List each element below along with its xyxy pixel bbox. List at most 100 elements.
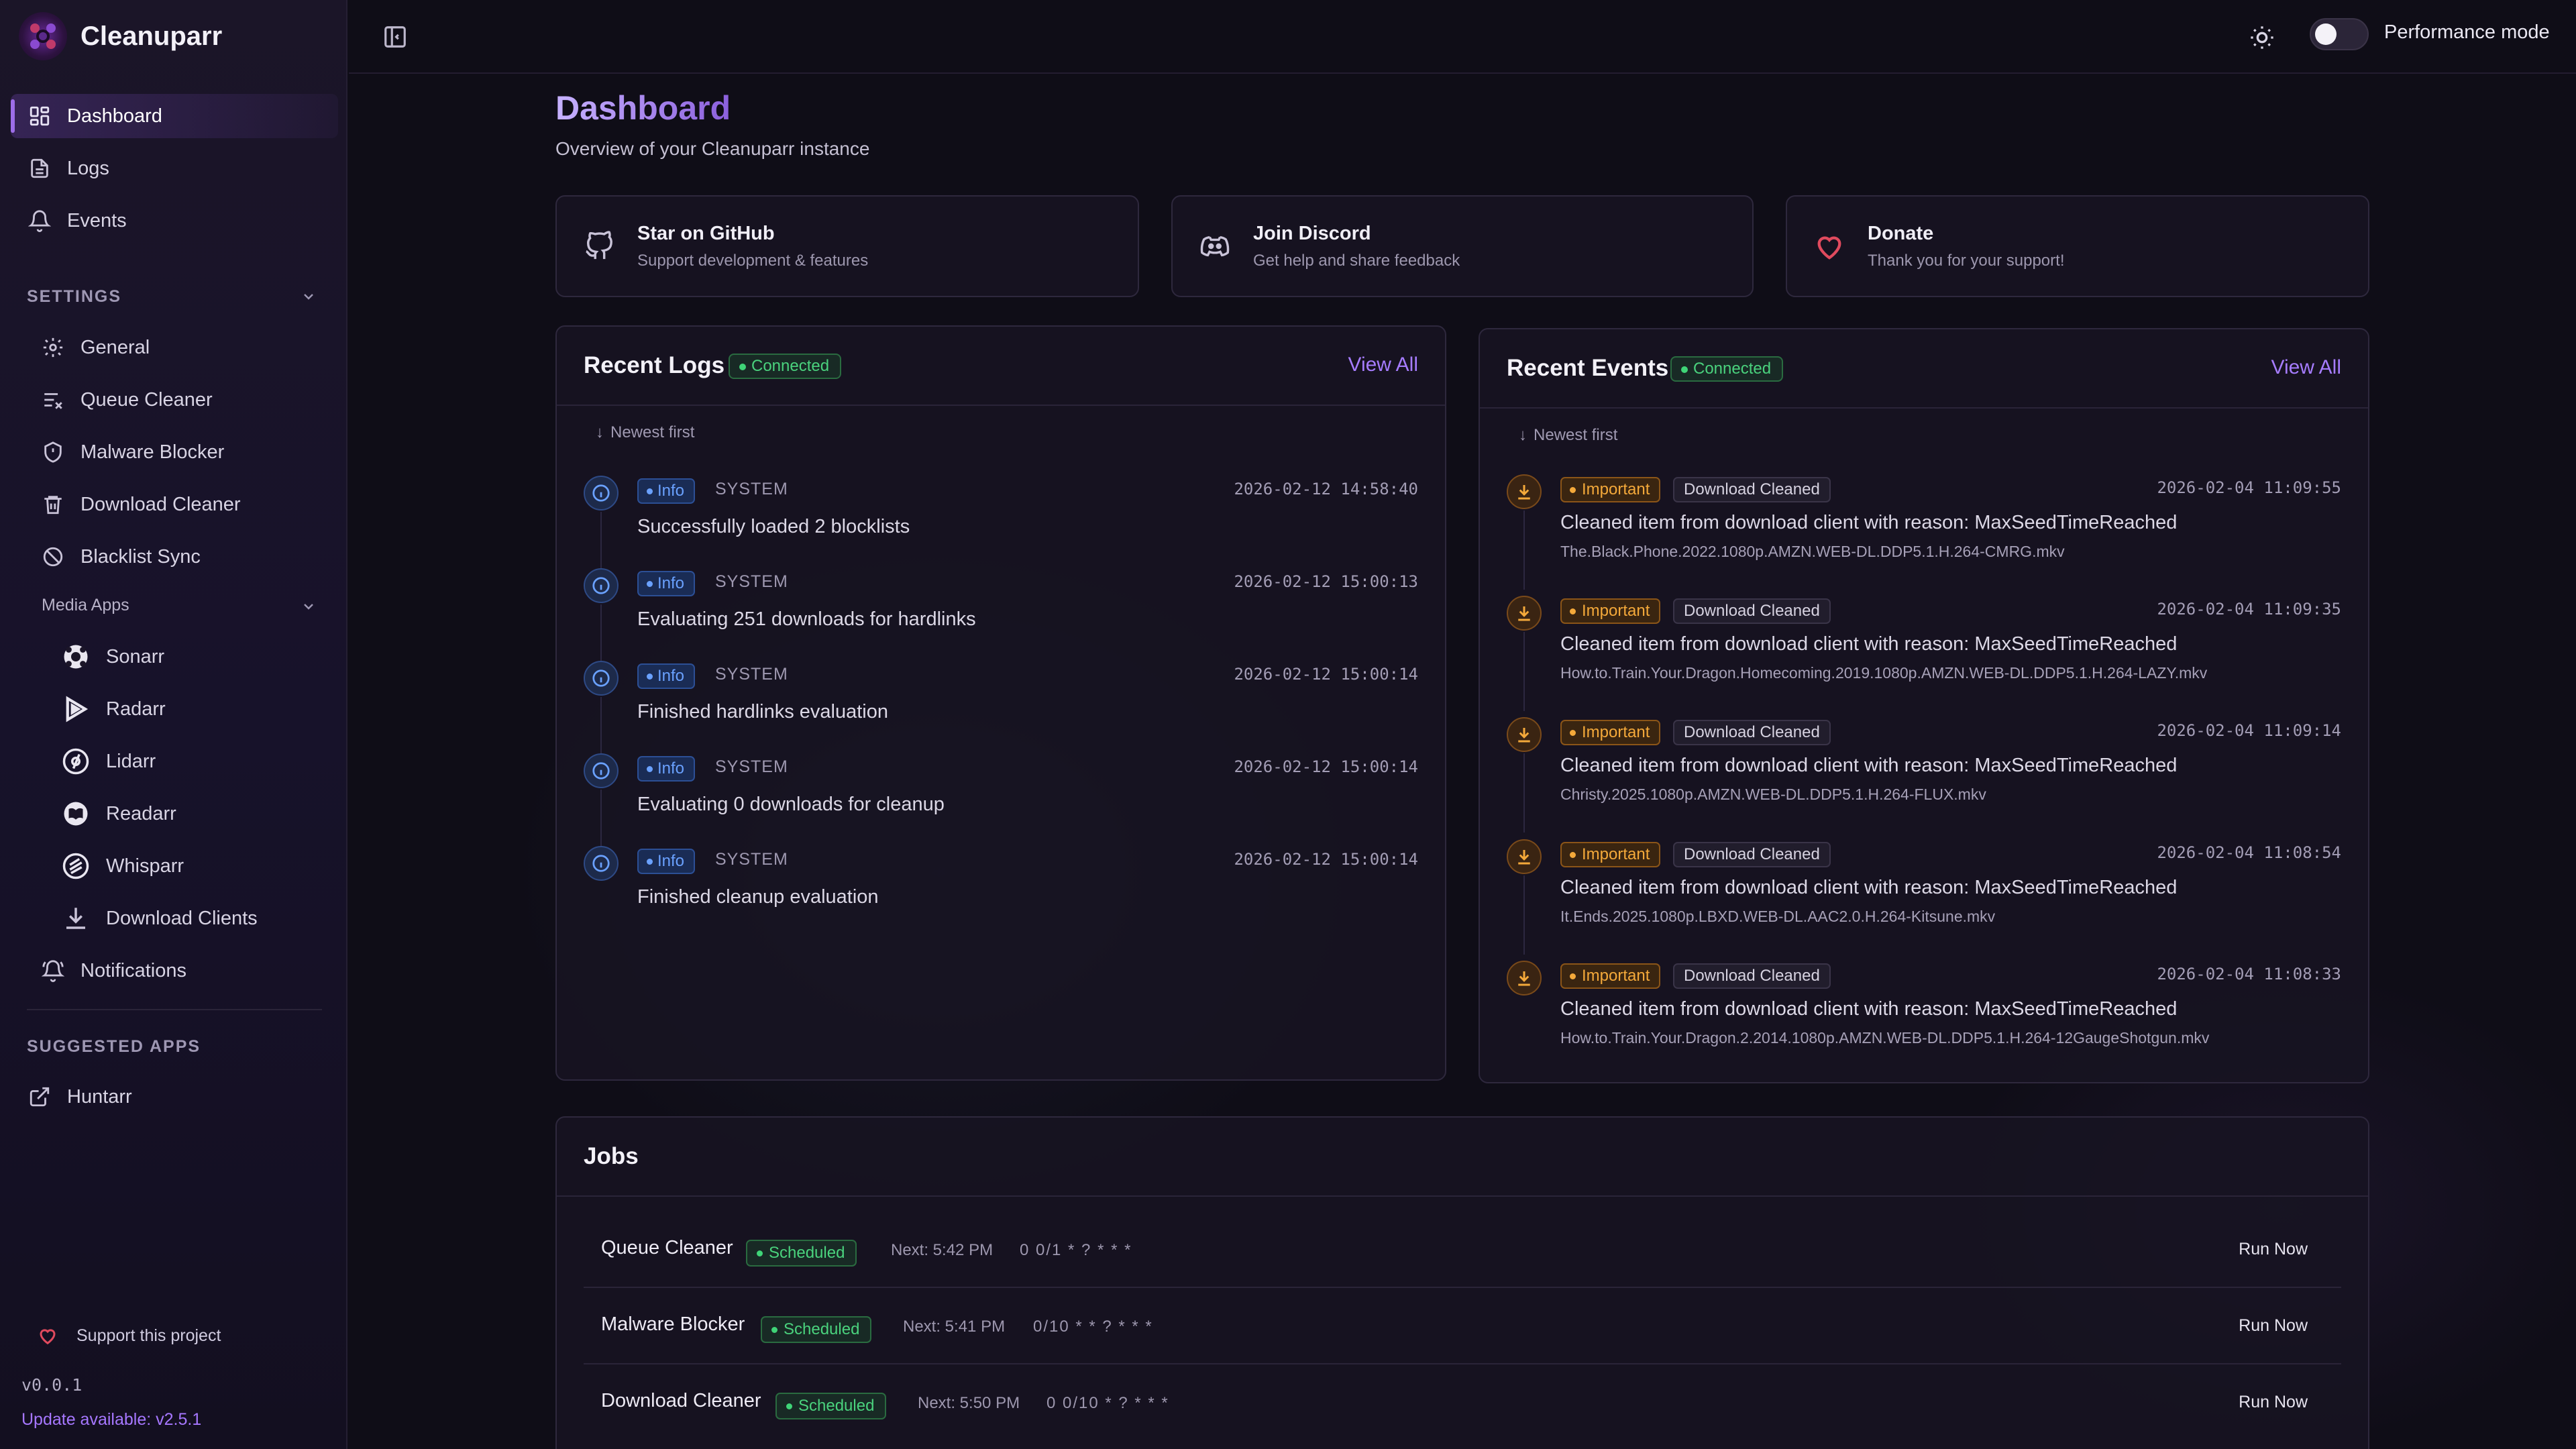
nav-download-clients[interactable]: Download Clients [47, 896, 342, 941]
timeline-line [600, 790, 602, 847]
event-type-badge: Download Cleaned [1673, 720, 1831, 745]
donate-card[interactable]: Donate Thank you for your support! [1786, 195, 2369, 297]
nav-dashboard[interactable]: Dashboard [11, 94, 338, 138]
nav-malware-blocker[interactable]: Malware Blocker [27, 430, 335, 474]
download-icon [1507, 717, 1542, 752]
list-item[interactable]: Important Download Cleaned 2026-02-04 11… [1507, 835, 2341, 955]
event-type-badge: Download Cleaned [1673, 842, 1831, 867]
nav-queue-cleaner[interactable]: Queue Cleaner [27, 378, 335, 422]
performance-mode-toggle[interactable] [2310, 18, 2369, 50]
performance-mode-label: Performance mode [2384, 21, 2550, 43]
gear-icon [43, 337, 63, 358]
nav-readarr[interactable]: Readarr [47, 792, 342, 836]
download-icon [1507, 474, 1542, 509]
support-link[interactable]: Support this project [38, 1326, 221, 1346]
list-item[interactable]: Important Download Cleaned 2026-02-04 11… [1507, 957, 2341, 1064]
status-badge: Scheduled [746, 1240, 857, 1267]
nav-logs[interactable]: Logs [11, 146, 338, 191]
media-apps-text: Media Apps [42, 595, 129, 614]
log-message: Finished hardlinks evaluation [637, 701, 888, 722]
timeline-line [1523, 753, 1525, 833]
nav-blacklist-sync[interactable]: Blacklist Sync [27, 535, 335, 579]
run-now-button[interactable]: Run Now [2239, 1240, 2308, 1259]
log-message: Successfully loaded 2 blocklists [637, 516, 910, 537]
run-now-button[interactable]: Run Now [2239, 1316, 2308, 1336]
event-message: Cleaned item from download client with r… [1560, 633, 2178, 655]
nav-sonarr[interactable]: Sonarr [47, 635, 342, 679]
topbar [349, 0, 2576, 74]
event-time: 2026-02-04 11:09:35 [2157, 600, 2341, 619]
run-now-button[interactable]: Run Now [2239, 1393, 2308, 1412]
heart-icon [40, 1329, 56, 1345]
job-cron: 0 0/1 * ? * * * [1020, 1241, 1132, 1259]
nav-dashboard-label: Dashboard [67, 105, 162, 127]
support-label: Support this project [76, 1326, 221, 1345]
sort-order[interactable]: ↓ Newest first [1519, 426, 1617, 445]
job-name: Queue Cleaner [601, 1237, 733, 1258]
job-name: Malware Blocker [601, 1313, 745, 1335]
page-title: Dashboard [555, 89, 731, 127]
job-next-run: Next: 5:42 PM [891, 1241, 994, 1259]
brand[interactable]: Cleanuparr [19, 12, 222, 60]
timeline-line [600, 512, 602, 570]
event-type-badge: Download Cleaned [1673, 963, 1831, 989]
nav-radarr-label: Radarr [106, 698, 166, 720]
nav-malware-blocker-label: Malware Blocker [80, 441, 225, 463]
sidebar: Cleanuparr Dashboard Logs Events SETTING… [0, 0, 347, 1449]
log-source: SYSTEM [715, 480, 788, 498]
nav-radarr[interactable]: Radarr [47, 687, 342, 731]
timeline-line [1523, 875, 1525, 955]
nav-events[interactable]: Events [11, 199, 338, 243]
list-item[interactable]: Important Download Cleaned 2026-02-04 11… [1507, 470, 2341, 590]
file-text-icon [31, 158, 48, 178]
jobs-title: Jobs [584, 1143, 639, 1169]
chevron-down-icon[interactable] [301, 288, 317, 305]
update-link[interactable]: Update available: v2.5.1 [21, 1410, 201, 1430]
view-all-events-link[interactable]: View All [2271, 356, 2341, 379]
info-icon [584, 568, 619, 603]
nav-general[interactable]: General [27, 325, 335, 370]
settings-section-label: SETTINGS [27, 287, 122, 306]
log-time: 2026-02-12 15:00:14 [1234, 757, 1418, 776]
severity-badge: Important [1560, 477, 1661, 502]
list-item[interactable]: Info SYSTEM 2026-02-12 14:58:40 Successf… [584, 472, 1418, 570]
list-item[interactable]: Info SYSTEM 2026-02-12 15:00:14 Finished… [584, 657, 1418, 755]
nav-whisparr[interactable]: Whisparr [47, 844, 342, 888]
list-item[interactable]: Info SYSTEM 2026-02-12 15:00:14 Finished… [584, 842, 1418, 929]
nav-download-cleaner[interactable]: Download Cleaner [27, 482, 335, 527]
nav-logs-label: Logs [67, 157, 109, 179]
discord-card[interactable]: Join Discord Get help and share feedback [1171, 195, 1754, 297]
severity-badge: Important [1560, 598, 1661, 624]
chevron-down-icon[interactable] [301, 598, 317, 614]
nav-notifications-label: Notifications [80, 959, 186, 981]
media-apps-label[interactable]: Media Apps [27, 583, 335, 627]
sort-order[interactable]: ↓ Newest first [596, 423, 694, 442]
sidebar-toggle-icon[interactable] [382, 24, 408, 50]
bell-ring-icon [42, 960, 64, 982]
nav-readarr-label: Readarr [106, 802, 176, 824]
jobs-header: Jobs [557, 1118, 2368, 1197]
list-item[interactable]: Info SYSTEM 2026-02-12 15:00:13 Evaluati… [584, 564, 1418, 662]
recent-events-header: Recent Events Connected View All [1480, 329, 2368, 409]
heart-icon [1817, 236, 1841, 260]
list-item[interactable]: Info SYSTEM 2026-02-12 15:00:14 Evaluati… [584, 749, 1418, 847]
nav-lidarr[interactable]: Lidarr [47, 739, 342, 784]
list-item[interactable]: Important Download Cleaned 2026-02-04 11… [1507, 592, 2341, 711]
github-card[interactable]: Star on GitHub Support development & fea… [555, 195, 1139, 297]
discord-title: Join Discord [1253, 222, 1371, 244]
donate-subtitle: Thank you for your support! [1868, 251, 2065, 270]
severity-badge: Important [1560, 963, 1661, 989]
nav-notifications[interactable]: Notifications [27, 949, 335, 993]
recent-logs-panel: Recent Logs Connected View All ↓ Newest … [555, 325, 1446, 1081]
job-cron: 0/10 * * ? * * * [1033, 1318, 1153, 1336]
list-item[interactable]: Important Download Cleaned 2026-02-04 11… [1507, 713, 2341, 833]
sun-icon[interactable] [2249, 24, 2275, 51]
table-row: Download Cleaner Scheduled Next: 5:50 PM… [584, 1364, 2341, 1441]
nav-huntarr[interactable]: Huntarr [11, 1075, 338, 1119]
divider [27, 1009, 322, 1010]
view-all-logs-link[interactable]: View All [1348, 354, 1418, 376]
log-message: Evaluating 0 downloads for cleanup [637, 794, 945, 815]
event-file: How.to.Train.Your.Dragon.2.2014.1080p.AM… [1560, 1029, 2210, 1046]
table-row: Queue Cleaner Scheduled Next: 5:42 PM 0 … [584, 1212, 2341, 1288]
log-source: SYSTEM [715, 572, 788, 591]
